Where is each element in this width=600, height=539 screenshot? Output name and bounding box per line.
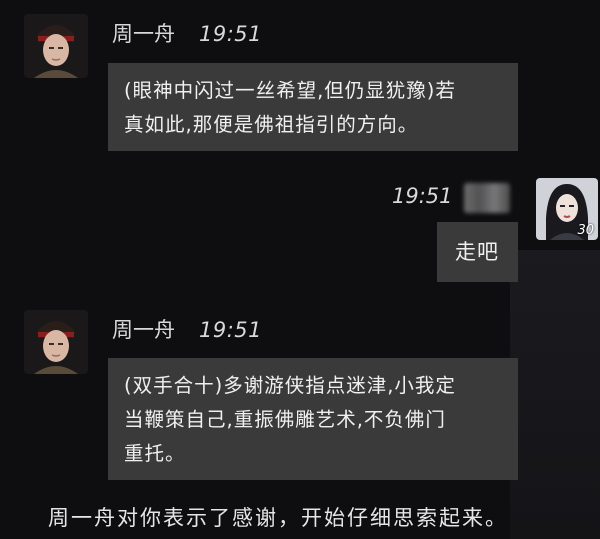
message-time: 19:51 bbox=[199, 318, 263, 342]
sender-name: 周一舟 bbox=[112, 22, 175, 46]
message-line: (双手合十)多谢游侠指点迷津,小我定 bbox=[124, 374, 456, 397]
sender-name: 周一舟 bbox=[112, 318, 175, 342]
message-bubble: 走吧 bbox=[437, 222, 518, 282]
message-text: 走吧 bbox=[455, 240, 499, 264]
player-avatar[interactable]: 30 bbox=[536, 178, 598, 240]
npc-avatar[interactable] bbox=[24, 14, 88, 78]
message-time: 19:51 bbox=[199, 22, 263, 46]
background-panel bbox=[510, 250, 600, 539]
system-message: 周一舟对你表示了感谢，开始仔细思索起来。 bbox=[48, 506, 508, 530]
npc-avatar[interactable] bbox=[24, 310, 88, 374]
message-line: (眼神中闪过一丝希望,但仍显犹豫)若 bbox=[124, 79, 456, 102]
message-bubble: (双手合十)多谢游侠指点迷津,小我定 当鞭策自己,重振佛雕艺术,不负佛门 重托。 bbox=[108, 358, 518, 480]
level-badge: 30 bbox=[577, 223, 594, 238]
message-bubble: (眼神中闪过一丝希望,但仍显犹豫)若 真如此,那便是佛祖指引的方向。 bbox=[108, 63, 518, 151]
message-line: 真如此,那便是佛祖指引的方向。 bbox=[124, 113, 419, 136]
message-time: 19:51 bbox=[392, 184, 453, 208]
message-line: 重托。 bbox=[124, 442, 186, 465]
message-header: 周一舟 19:51 bbox=[112, 18, 262, 48]
message-line: 当鞭策自己,重振佛雕艺术,不负佛门 bbox=[124, 408, 446, 431]
blurred-name bbox=[464, 183, 510, 213]
message-header: 周一舟 19:51 bbox=[112, 314, 262, 344]
